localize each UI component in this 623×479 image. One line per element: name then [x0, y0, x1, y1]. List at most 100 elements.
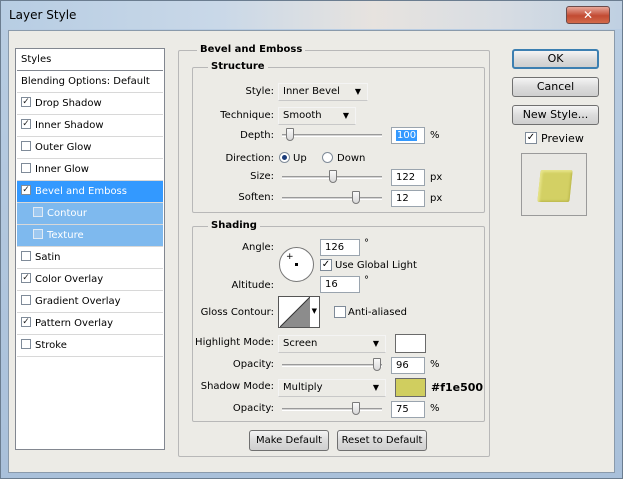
technique-select-value: Smooth — [283, 110, 322, 121]
soften-slider-thumb[interactable] — [352, 191, 360, 204]
use-global-light-label: Use Global Light — [335, 260, 417, 271]
style-label: Style: — [245, 86, 275, 97]
new-style-button[interactable]: New Style... — [512, 105, 599, 125]
style-item-checkbox[interactable] — [33, 207, 43, 217]
style-item-label: Bevel and Emboss — [35, 186, 127, 197]
style-item-texture[interactable]: Texture — [17, 225, 163, 247]
direction-down-radio[interactable] — [322, 152, 333, 163]
styles-list-header[interactable]: Styles — [17, 49, 163, 71]
size-unit: px — [430, 172, 443, 183]
style-item-bevel-and-emboss[interactable]: ✓ Bevel and Emboss — [17, 181, 163, 203]
highlight-mode-select[interactable]: Screen ▼ — [278, 335, 386, 353]
angle-unit: ° — [364, 238, 369, 249]
style-item-outer-glow[interactable]: Outer Glow — [17, 137, 163, 159]
style-item-checkbox[interactable] — [21, 295, 31, 305]
shadow-color-swatch[interactable] — [395, 378, 426, 397]
style-item-checkbox[interactable] — [21, 251, 31, 261]
style-item-checkbox[interactable] — [33, 229, 43, 239]
direction-label: Direction: — [225, 153, 274, 164]
highlight-color-swatch[interactable] — [395, 334, 426, 353]
bevel-emboss-title: Bevel and Emboss — [197, 44, 306, 55]
anti-aliased-checkbox[interactable] — [334, 306, 346, 318]
shadow-opacity-input[interactable]: 75 — [391, 401, 425, 418]
soften-input[interactable]: 12 — [391, 190, 425, 207]
shadow-opacity-value: 75 — [396, 404, 409, 415]
altitude-unit: ° — [364, 275, 369, 286]
chevron-down-icon: ▼ — [372, 339, 379, 348]
soften-value: 12 — [396, 193, 409, 204]
angle-label: Angle: — [242, 242, 274, 253]
depth-slider[interactable] — [282, 134, 382, 137]
shadow-mode-label: Shadow Mode: — [200, 381, 274, 392]
chevron-down-icon: ▼ — [342, 111, 349, 120]
style-item-checkbox[interactable] — [21, 339, 31, 349]
angle-value: 126 — [325, 242, 345, 253]
style-item-color-overlay[interactable]: ✓ Color Overlay — [17, 269, 163, 291]
highlight-opacity-slider[interactable] — [282, 364, 382, 367]
highlight-opacity-thumb[interactable] — [373, 358, 381, 371]
style-item-contour[interactable]: Contour — [17, 203, 163, 225]
preview-checkbox[interactable]: ✓ — [525, 132, 537, 144]
style-item-checkbox[interactable]: ✓ — [21, 119, 31, 129]
style-item-checkbox[interactable]: ✓ — [21, 185, 31, 195]
title-bar[interactable]: Layer Style ✕ — [1, 1, 622, 29]
ok-button[interactable]: OK — [512, 49, 599, 69]
depth-slider-thumb[interactable] — [286, 128, 294, 141]
gloss-contour-picker[interactable]: ▼ — [278, 296, 320, 328]
styles-list: Styles Blending Options: Default ✓ Drop Sh… — [15, 48, 165, 450]
use-global-light-checkbox[interactable]: ✓ — [320, 259, 332, 271]
soften-slider[interactable] — [282, 197, 382, 200]
close-button[interactable]: ✕ — [566, 6, 610, 24]
style-item-drop-shadow[interactable]: ✓ Drop Shadow — [17, 93, 163, 115]
make-default-button[interactable]: Make Default — [249, 430, 329, 451]
style-item-label: Color Overlay — [35, 274, 104, 285]
shading-title: Shading — [208, 220, 260, 231]
highlight-mode-value: Screen — [283, 338, 318, 349]
chevron-down-icon: ▼ — [372, 383, 379, 392]
shadow-mode-select[interactable]: Multiply ▼ — [278, 379, 386, 397]
style-item-inner-glow[interactable]: Inner Glow — [17, 159, 163, 181]
reset-to-default-button[interactable]: Reset to Default — [337, 430, 427, 451]
style-item-satin[interactable]: Satin — [17, 247, 163, 269]
style-item-checkbox[interactable] — [21, 141, 31, 151]
style-item-checkbox[interactable]: ✓ — [21, 317, 31, 327]
size-value: 122 — [396, 172, 416, 183]
size-slider-thumb[interactable] — [329, 170, 337, 183]
size-input[interactable]: 122 — [391, 169, 425, 186]
angle-dial[interactable]: + — [279, 247, 314, 282]
technique-select[interactable]: Smooth ▼ — [278, 107, 356, 125]
style-item-label: Stroke — [35, 340, 67, 351]
highlight-opacity-input[interactable]: 96 — [391, 357, 425, 374]
style-item-gradient-overlay[interactable]: Gradient Overlay — [17, 291, 163, 313]
style-item-label: Outer Glow — [35, 142, 92, 153]
shadow-opacity-slider[interactable] — [282, 408, 382, 411]
style-item-blending-options-default[interactable]: Blending Options: Default — [17, 71, 163, 93]
style-item-checkbox[interactable]: ✓ — [21, 273, 31, 283]
style-item-pattern-overlay[interactable]: ✓ Pattern Overlay — [17, 313, 163, 335]
structure-title: Structure — [208, 61, 268, 72]
style-item-label: Contour — [47, 208, 87, 219]
style-item-checkbox[interactable]: ✓ — [21, 97, 31, 107]
anti-aliased-label: Anti-aliased — [348, 307, 408, 318]
highlight-opacity-label: Opacity: — [232, 359, 274, 370]
chevron-down-icon: ▼ — [354, 87, 361, 96]
style-item-label: Drop Shadow — [35, 98, 102, 109]
angle-input[interactable]: 126 — [320, 239, 360, 256]
style-select[interactable]: Inner Bevel ▼ — [278, 83, 368, 101]
style-item-stroke[interactable]: Stroke — [17, 335, 163, 357]
depth-label: Depth: — [240, 130, 274, 141]
shadow-color-hex: #f1e500 — [431, 381, 484, 394]
direction-up-label: Up — [293, 153, 307, 164]
shadow-opacity-label: Opacity: — [232, 403, 274, 414]
dialog-title: Layer Style — [9, 8, 77, 22]
style-item-checkbox[interactable] — [21, 163, 31, 173]
shadow-opacity-thumb[interactable] — [352, 402, 360, 415]
depth-input[interactable]: 100 — [391, 127, 425, 144]
style-item-inner-shadow[interactable]: ✓ Inner Shadow — [17, 115, 163, 137]
preview-box — [521, 153, 587, 216]
highlight-mode-label: Highlight Mode: — [195, 337, 274, 348]
altitude-input[interactable]: 16 — [320, 276, 360, 293]
cancel-button[interactable]: Cancel — [512, 77, 599, 97]
direction-up-radio[interactable] — [279, 152, 290, 163]
shadow-mode-value: Multiply — [283, 382, 323, 393]
